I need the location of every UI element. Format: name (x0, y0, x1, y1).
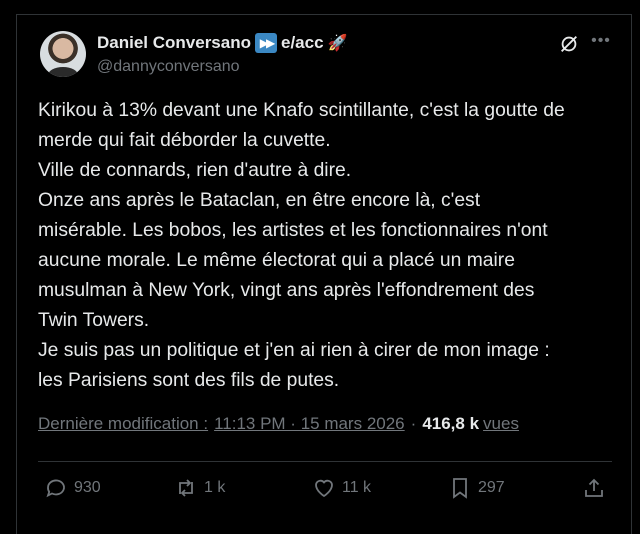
author-display-name[interactable]: Daniel Conversano (97, 33, 251, 53)
bookmark-count: 297 (478, 479, 505, 496)
fast-forward-icon: ▶▶ (255, 33, 277, 53)
tweet-line: Kirikou à 13% devant une Knafo scintilla… (38, 100, 565, 121)
author-name-suffix[interactable]: e/acc (281, 33, 324, 53)
tweet-line: Ville de connards, rien d'autre à dire. (38, 160, 352, 181)
bookmark-icon (453, 478, 467, 499)
reply-count: 930 (74, 479, 101, 496)
tweet-line: Onze ans après le Bataclan, en être enco… (38, 190, 481, 211)
like-count: 11 k (342, 479, 372, 496)
author-name-row[interactable]: Daniel Conversano ▶▶ e/acc 🚀 (97, 33, 347, 53)
tweet-line: Twin Towers. (38, 310, 150, 331)
tweet-line: musulman à New York, vingt ans après l'e… (38, 280, 535, 301)
bookmark-button[interactable]: 297 (448, 476, 505, 500)
divider (38, 461, 612, 462)
repost-button[interactable]: 1 k (174, 476, 225, 500)
reply-button[interactable]: 930 (44, 476, 101, 500)
more-options-icon[interactable]: ••• (590, 33, 612, 55)
heart-icon (315, 479, 333, 498)
like-button[interactable]: 11 k (312, 476, 371, 500)
share-button[interactable] (582, 476, 606, 500)
edited-label[interactable]: Dernière modification : (38, 414, 208, 434)
avatar[interactable] (40, 31, 86, 77)
repost-count: 1 k (204, 479, 226, 496)
author-handle[interactable]: @dannyconversano (97, 58, 240, 76)
tweet-line: misérable. Les bobos, les artistes et le… (38, 220, 548, 241)
view-count: 416,8 k (422, 414, 480, 433)
tweet-text: Kirikou à 13% devant une Knafo scintilla… (38, 96, 628, 396)
grok-icon[interactable] (558, 33, 580, 55)
meta-separator: · (410, 414, 417, 433)
action-bar: 930 1 k 11 k 297 (40, 476, 610, 506)
rocket-icon: 🚀 (327, 35, 348, 52)
tweet-line: Je suis pas un politique et j'en ai rien… (38, 340, 550, 361)
tweet-meta: Dernière modification : 11:13 PM · 15 ma… (38, 414, 519, 434)
share-icon (585, 478, 603, 497)
tweet-line: aucune morale. Le même électorat qui a p… (38, 250, 515, 271)
tweet-line: merde qui fait déborder la cuvette. (38, 130, 331, 151)
repost-icon (179, 479, 193, 497)
tweet-line: les Parisiens sont des fils de putes. (38, 370, 340, 391)
reply-icon (46, 479, 65, 498)
views-label[interactable]: vues (483, 414, 519, 434)
tweet-timestamp[interactable]: 11:13 PM · 15 mars 2026 (214, 414, 405, 434)
